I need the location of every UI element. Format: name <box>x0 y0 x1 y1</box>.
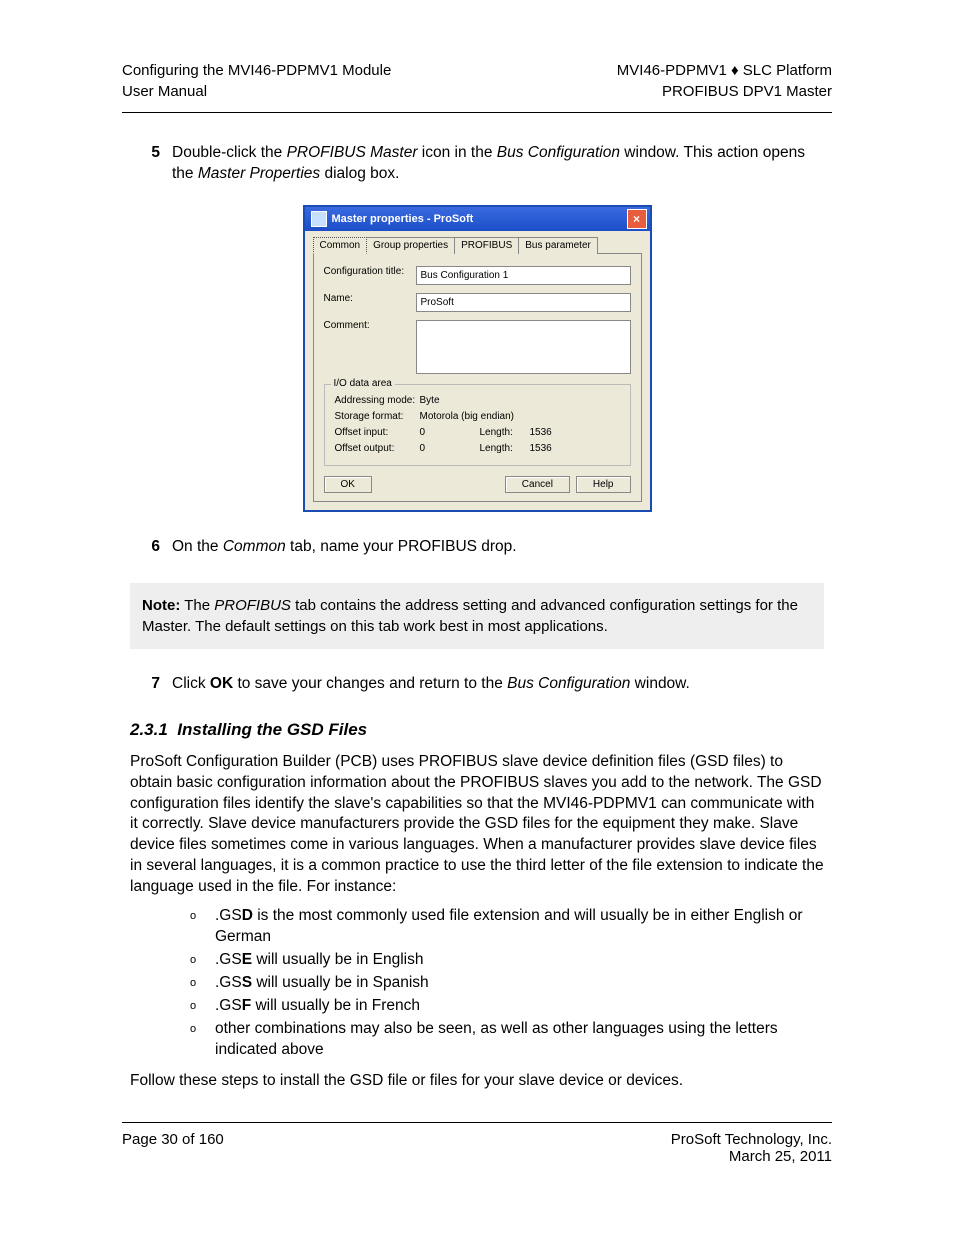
step-6: 6 On the Common tab, name your PROFIBUS … <box>130 537 824 558</box>
para-follow-steps: Follow these steps to install the GSD fi… <box>130 1071 824 1092</box>
bullet-icon: o <box>190 1019 215 1061</box>
step-7-num: 7 <box>130 674 172 695</box>
list-item: o other combinations may also be seen, a… <box>190 1019 824 1061</box>
label-length-in: Length: <box>480 427 530 438</box>
label-offset-input: Offset input: <box>335 427 420 438</box>
master-properties-dialog: Master properties - ProSoft × Common Gro… <box>303 205 652 512</box>
value-length-in: 1536 <box>530 427 552 438</box>
header-left-1: Configuring the MVI46-PDPMV1 Module <box>122 60 391 81</box>
header-right-1: MVI46-PDPMV1 ♦ SLC Platform <box>617 60 832 81</box>
dialog-titlebar: Master properties - ProSoft × <box>305 207 650 231</box>
list-item: o .GSF will usually be in French <box>190 996 824 1017</box>
label-config-title: Configuration title: <box>324 266 416 277</box>
step-5-num: 5 <box>130 143 172 185</box>
help-button[interactable]: Help <box>576 476 631 493</box>
label-length-out: Length: <box>480 443 530 454</box>
step-6-num: 6 <box>130 537 172 558</box>
tab-panel-common: Configuration title: Bus Configuration 1… <box>313 253 642 502</box>
dialog-title: Master properties - ProSoft <box>332 213 474 225</box>
step-5: 5 Double-click the PROFIBUS Master icon … <box>130 143 824 185</box>
list-item: o .GSD is the most commonly used file ex… <box>190 906 824 948</box>
note-box: Note: The PROFIBUS tab contains the addr… <box>130 583 824 649</box>
value-offset-output: 0 <box>420 443 480 454</box>
step-7: 7 Click OK to save your changes and retu… <box>130 674 824 695</box>
gsd-extension-list: o .GSD is the most commonly used file ex… <box>190 906 824 1060</box>
page-header: Configuring the MVI46-PDPMV1 Module User… <box>122 60 832 113</box>
page-footer: Page 30 of 160 ProSoft Technology, Inc. … <box>122 1122 832 1165</box>
app-icon <box>311 211 327 227</box>
tab-strip: Common Group properties PROFIBUS Bus par… <box>313 237 642 254</box>
list-item: o .GSE will usually be in English <box>190 950 824 971</box>
header-left-2: User Manual <box>122 81 391 102</box>
note-label: Note: <box>142 597 180 614</box>
value-addr-mode: Byte <box>420 395 440 406</box>
section-heading: 2.3.1 Installing the GSD Files <box>130 720 824 740</box>
value-length-out: 1536 <box>530 443 552 454</box>
input-config-title[interactable]: Bus Configuration 1 <box>416 266 631 285</box>
bullet-icon: o <box>190 973 215 994</box>
bullet-icon: o <box>190 950 215 971</box>
cancel-button[interactable]: Cancel <box>505 476 570 493</box>
label-addr-mode: Addressing mode: <box>335 395 420 406</box>
bullet-icon: o <box>190 906 215 948</box>
footer-company: ProSoft Technology, Inc. <box>671 1131 832 1148</box>
para-gsd-intro: ProSoft Configuration Builder (PCB) uses… <box>130 752 824 898</box>
step-6-text: On the Common tab, name your PROFIBUS dr… <box>172 537 824 558</box>
list-item: o .GSS will usually be in Spanish <box>190 973 824 994</box>
bullet-icon: o <box>190 996 215 1017</box>
section-title: Installing the GSD Files <box>177 720 367 739</box>
close-icon[interactable]: × <box>627 209 647 229</box>
step-7-text: Click OK to save your changes and return… <box>172 674 824 695</box>
tab-common[interactable]: Common <box>313 237 368 254</box>
footer-page: Page 30 of 160 <box>122 1131 224 1165</box>
tab-bus-parameter[interactable]: Bus parameter <box>518 237 598 254</box>
label-storage: Storage format: <box>335 411 420 422</box>
label-name: Name: <box>324 293 416 304</box>
section-num: 2.3.1 <box>130 720 168 739</box>
value-offset-input: 0 <box>420 427 480 438</box>
input-comment[interactable] <box>416 320 631 374</box>
value-storage: Motorola (big endian) <box>420 411 515 422</box>
label-comment: Comment: <box>324 320 416 331</box>
header-right-2: PROFIBUS DPV1 Master <box>617 81 832 102</box>
tab-group-properties[interactable]: Group properties <box>366 237 455 254</box>
tab-profibus[interactable]: PROFIBUS <box>454 237 519 254</box>
ok-button[interactable]: OK <box>324 476 372 493</box>
step-5-text: Double-click the PROFIBUS Master icon in… <box>172 143 824 185</box>
label-offset-output: Offset output: <box>335 443 420 454</box>
io-legend: I/O data area <box>331 378 395 389</box>
input-name[interactable]: ProSoft <box>416 293 631 312</box>
io-data-area: I/O data area Addressing mode: Byte Stor… <box>324 384 631 466</box>
footer-date: March 25, 2011 <box>671 1148 832 1165</box>
